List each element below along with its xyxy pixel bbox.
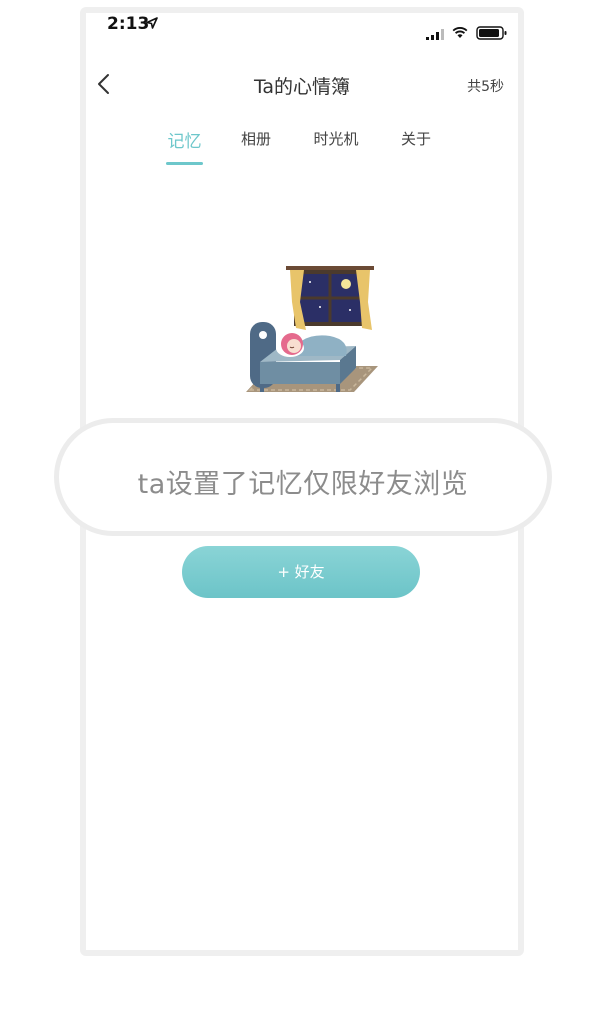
duration-label: 共5秒 <box>467 79 504 95</box>
location-arrow-icon <box>146 17 158 29</box>
navigation-bar: Ta的心情簿 共5秒 <box>86 62 518 106</box>
status-time: 2:13 <box>107 14 150 34</box>
tab-about[interactable]: 关于 <box>398 128 434 149</box>
active-tab-indicator <box>166 162 203 165</box>
battery-icon <box>476 26 507 40</box>
privacy-toast: ta设置了记忆仅限好友浏览 <box>54 418 552 536</box>
tab-time-machine[interactable]: 时光机 <box>310 128 362 149</box>
sleeping-girl-illustration <box>246 266 378 392</box>
status-bar: 2:13 <box>86 10 518 50</box>
tab-bar: 记忆 相册 时光机 关于 <box>86 128 518 168</box>
page-title: Ta的心情簿 <box>253 76 351 98</box>
tab-memory[interactable]: 记忆 <box>166 127 203 152</box>
signal-icon <box>426 29 444 40</box>
wifi-icon <box>452 27 468 38</box>
tab-album[interactable]: 相册 <box>236 128 276 149</box>
screen: 2:13 Ta的心情簿 共5秒 记忆 相册 时光机 关于 ta设置了记忆仅限好友… <box>0 0 608 1019</box>
toast-message: ta设置了记忆仅限好友浏览 <box>137 469 469 500</box>
add-friend-button[interactable]: + 好友 <box>182 546 420 598</box>
